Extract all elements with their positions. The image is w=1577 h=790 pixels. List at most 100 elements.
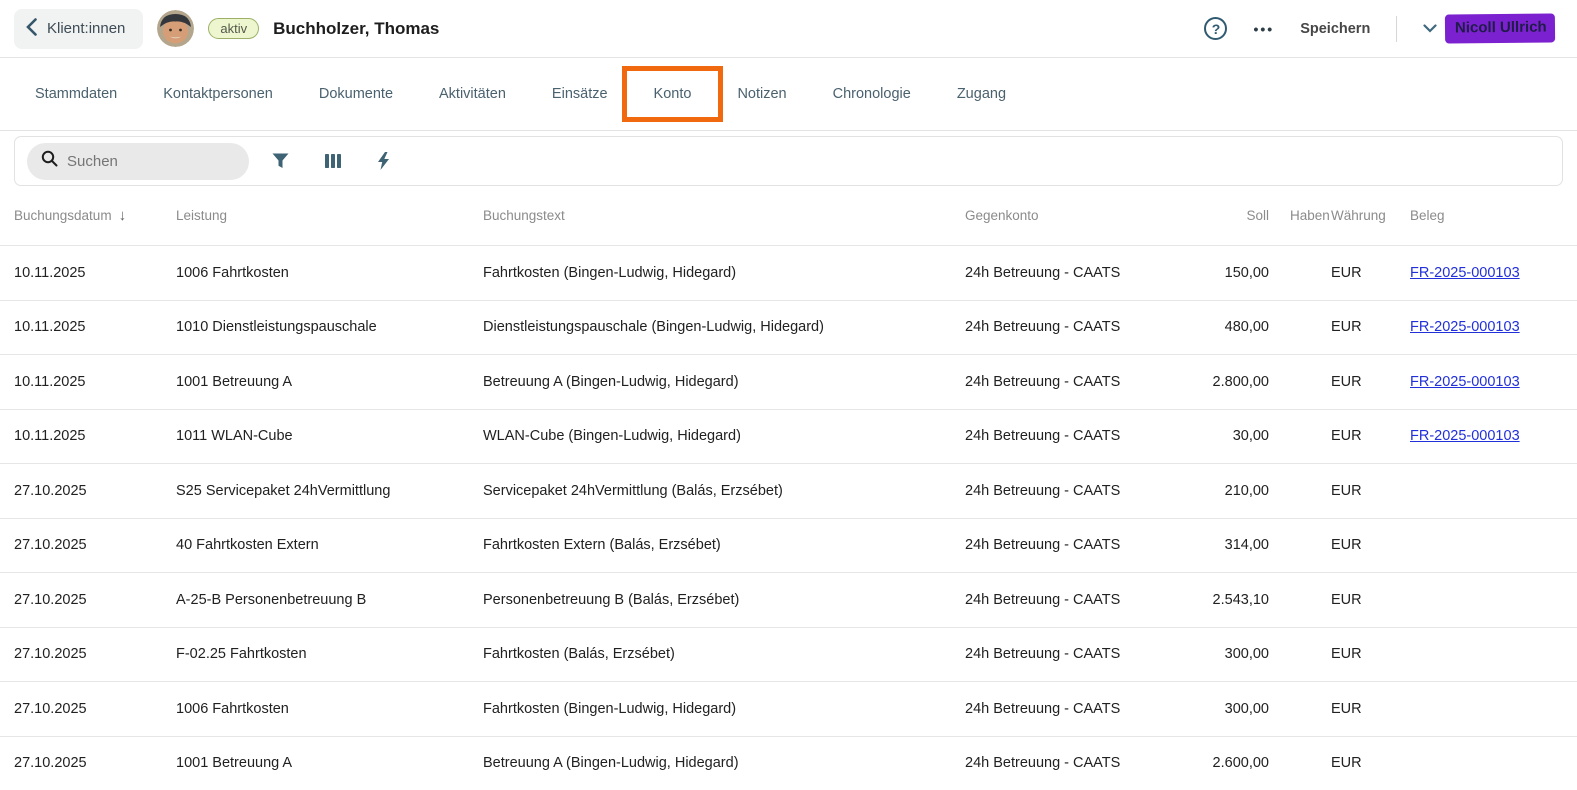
beleg-link[interactable]: FR-2025-000103 <box>1410 265 1520 281</box>
table-row[interactable]: 27.10.20251001 Betreuung ABetreuung A (B… <box>0 736 1577 790</box>
column-header-waehrung[interactable]: Währung <box>1331 208 1393 223</box>
table-toolbar <box>14 136 1563 186</box>
cell-waehrung: EUR <box>1331 483 1393 499</box>
table-row[interactable]: 27.10.202540 Fahrtkosten ExternFahrtkost… <box>0 518 1577 573</box>
table-row[interactable]: 27.10.20251006 FahrtkostenFahrtkosten (B… <box>0 681 1577 736</box>
search-box[interactable] <box>27 143 249 180</box>
tab-dokumente[interactable]: Dokumente <box>296 58 416 130</box>
column-header-buchungsdatum[interactable]: Buchungsdatum ↓ <box>14 207 176 224</box>
table-header: Buchungsdatum ↓ Leistung Buchungstext Ge… <box>0 186 1577 245</box>
header-divider <box>1396 16 1397 42</box>
cell-beleg[interactable]: FR-2025-000103 <box>1393 319 1563 335</box>
cell-gegenkonto: 24h Betreuung - CAATS <box>965 319 1211 335</box>
column-header-gegenkonto[interactable]: Gegenkonto <box>965 208 1211 223</box>
beleg-link[interactable]: FR-2025-000103 <box>1410 428 1520 444</box>
tab-kontaktpersonen[interactable]: Kontaktpersonen <box>140 58 296 130</box>
cell-leistung: S25 Servicepaket 24hVermittlung <box>176 483 483 499</box>
column-header-haben[interactable]: Haben <box>1269 208 1331 223</box>
flash-actions-button[interactable] <box>364 144 403 178</box>
cell-buchungsdatum: 27.10.2025 <box>14 592 176 608</box>
table-row[interactable]: 10.11.20251010 DienstleistungspauschaleD… <box>0 300 1577 355</box>
column-header-beleg[interactable]: Beleg <box>1393 208 1563 223</box>
beleg-link[interactable]: FR-2025-000103 <box>1410 374 1520 390</box>
annotation-highlight-box <box>622 66 724 122</box>
cell-leistung: 1001 Betreuung A <box>176 374 483 390</box>
status-badge: aktiv <box>208 18 259 39</box>
avatar[interactable] <box>157 10 194 47</box>
tab-aktivitäten[interactable]: Aktivitäten <box>416 58 529 130</box>
cell-gegenkonto: 24h Betreuung - CAATS <box>965 646 1211 662</box>
cell-soll: 2.600,00 <box>1211 755 1269 771</box>
more-options-icon: ••• <box>1253 21 1274 37</box>
cell-soll: 480,00 <box>1211 319 1269 335</box>
table-row[interactable]: 10.11.20251006 FahrtkostenFahrtkosten (B… <box>0 245 1577 300</box>
cell-buchungstext: WLAN-Cube (Bingen-Ludwig, Hidegard) <box>483 428 965 444</box>
cell-leistung: 40 Fahrtkosten Extern <box>176 537 483 553</box>
cell-waehrung: EUR <box>1331 646 1393 662</box>
cell-buchungsdatum: 27.10.2025 <box>14 701 176 717</box>
cell-buchungstext: Fahrtkosten (Balás, Erzsébet) <box>483 646 965 662</box>
cell-waehrung: EUR <box>1331 428 1393 444</box>
table-row[interactable]: 27.10.2025A-25-B Personenbetreuung BPers… <box>0 572 1577 627</box>
cell-buchungsdatum: 10.11.2025 <box>14 428 176 444</box>
filter-button[interactable] <box>259 145 302 177</box>
search-input[interactable] <box>67 153 217 170</box>
column-header-buchungstext[interactable]: Buchungstext <box>483 208 965 223</box>
cell-buchungstext: Servicepaket 24hVermittlung (Balás, Erzs… <box>483 483 965 499</box>
cell-waehrung: EUR <box>1331 319 1393 335</box>
table-row[interactable]: 27.10.2025S25 Servicepaket 24hVermittlun… <box>0 463 1577 518</box>
save-button[interactable]: Speichern <box>1300 21 1370 37</box>
lightning-bolt-icon <box>377 152 390 170</box>
cell-gegenkonto: 24h Betreuung - CAATS <box>965 701 1211 717</box>
tab-einsätze[interactable]: Einsätze <box>529 58 631 130</box>
cell-leistung: F-02.25 Fahrtkosten <box>176 646 483 662</box>
user-name: Nicoll Ullrich <box>1445 13 1555 43</box>
column-header-leistung[interactable]: Leistung <box>176 208 483 223</box>
tab-chronologie[interactable]: Chronologie <box>810 58 934 130</box>
cell-waehrung: EUR <box>1331 374 1393 390</box>
tab-konto[interactable]: Konto <box>631 58 715 130</box>
cell-buchungsdatum: 27.10.2025 <box>14 483 176 499</box>
table-body: 10.11.20251006 FahrtkostenFahrtkosten (B… <box>0 245 1577 790</box>
cell-waehrung: EUR <box>1331 701 1393 717</box>
cell-soll: 314,00 <box>1211 537 1269 553</box>
table-row[interactable]: 10.11.20251001 Betreuung ABetreuung A (B… <box>0 354 1577 409</box>
cell-leistung: 1001 Betreuung A <box>176 755 483 771</box>
cell-leistung: 1011 WLAN-Cube <box>176 428 483 444</box>
cell-beleg[interactable]: FR-2025-000103 <box>1393 265 1563 281</box>
cell-buchungsdatum: 27.10.2025 <box>14 537 176 553</box>
beleg-link[interactable]: FR-2025-000103 <box>1410 319 1520 335</box>
cell-gegenkonto: 24h Betreuung - CAATS <box>965 428 1211 444</box>
column-header-soll[interactable]: Soll <box>1211 208 1269 223</box>
cell-buchungsdatum: 27.10.2025 <box>14 646 176 662</box>
more-options-button[interactable]: ••• <box>1253 21 1274 37</box>
column-chooser-button[interactable] <box>312 145 354 177</box>
cell-waehrung: EUR <box>1331 592 1393 608</box>
user-menu-button[interactable]: Nicoll Ullrich <box>1423 14 1555 43</box>
cell-buchungstext: Fahrtkosten Extern (Balás, Erzsébet) <box>483 537 965 553</box>
cell-buchungsdatum: 10.11.2025 <box>14 374 176 390</box>
tab-stammdaten[interactable]: Stammdaten <box>12 58 140 130</box>
sort-desc-icon[interactable]: ↓ <box>119 207 127 224</box>
cell-leistung: 1010 Dienstleistungspauschale <box>176 319 483 335</box>
columns-icon <box>325 153 341 169</box>
app-header: Klient:innen aktiv Buchholzer, Thomas ? … <box>0 0 1577 58</box>
cell-leistung: 1006 Fahrtkosten <box>176 701 483 717</box>
table-row[interactable]: 10.11.20251011 WLAN-CubeWLAN-Cube (Binge… <box>0 409 1577 464</box>
cell-buchungstext: Fahrtkosten (Bingen-Ludwig, Hidegard) <box>483 701 965 717</box>
cell-soll: 300,00 <box>1211 646 1269 662</box>
cell-buchungstext: Dienstleistungspauschale (Bingen-Ludwig,… <box>483 319 965 335</box>
search-icon <box>41 150 58 172</box>
cell-gegenkonto: 24h Betreuung - CAATS <box>965 592 1211 608</box>
help-icon: ? <box>1204 17 1227 40</box>
tab-notizen[interactable]: Notizen <box>714 58 809 130</box>
chevron-down-icon <box>1423 21 1437 36</box>
table-row[interactable]: 27.10.2025F-02.25 FahrtkostenFahrtkosten… <box>0 627 1577 682</box>
cell-waehrung: EUR <box>1331 537 1393 553</box>
back-button[interactable]: Klient:innen <box>14 9 143 49</box>
cell-soll: 2.543,10 <box>1211 592 1269 608</box>
cell-beleg[interactable]: FR-2025-000103 <box>1393 374 1563 390</box>
tab-zugang[interactable]: Zugang <box>934 58 1029 130</box>
help-button[interactable]: ? <box>1204 17 1227 40</box>
cell-beleg[interactable]: FR-2025-000103 <box>1393 428 1563 444</box>
